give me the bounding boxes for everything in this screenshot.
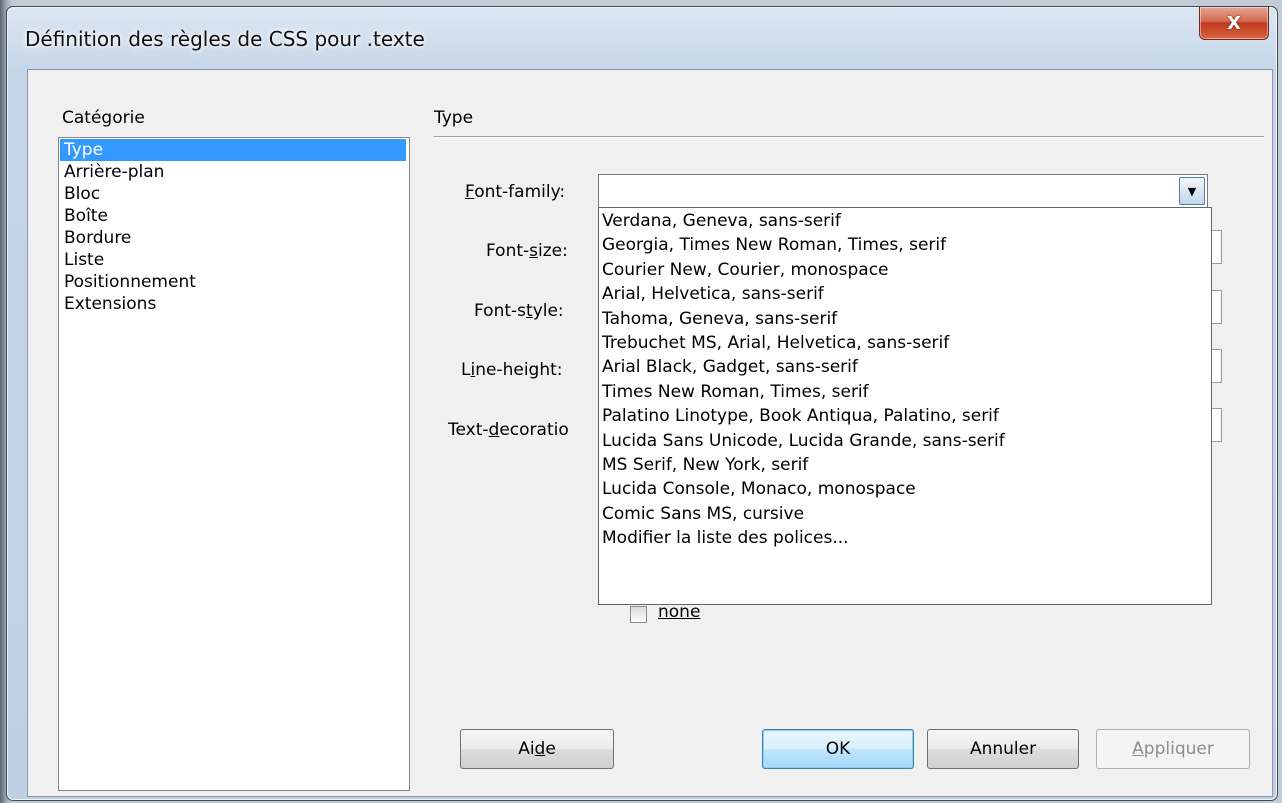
- close-icon: X: [1227, 12, 1241, 34]
- font-option[interactable]: Lucida Sans Unicode, Lucida Grande, sans…: [599, 429, 1211, 453]
- line-height-label: Line-height:: [461, 360, 563, 380]
- cancel-button[interactable]: Annuler: [927, 729, 1079, 769]
- font-option[interactable]: Lucida Console, Monaco, monospace: [599, 477, 1211, 501]
- category-item-positioning[interactable]: Positionnement: [60, 271, 406, 293]
- decoration-none-checkbox[interactable]: [630, 606, 647, 623]
- font-option[interactable]: Arial, Helvetica, sans-serif: [599, 282, 1211, 306]
- decoration-none-label[interactable]: none: [658, 602, 700, 622]
- font-family-dropdown-button[interactable]: ▼: [1179, 177, 1205, 205]
- font-option[interactable]: Georgia, Times New Roman, Times, serif: [599, 233, 1211, 257]
- category-list[interactable]: Type Arrière-plan Bloc Boîte Bordure Lis…: [58, 137, 410, 791]
- category-item-border[interactable]: Bordure: [60, 227, 406, 249]
- font-style-label: Font-style:: [474, 301, 564, 321]
- font-option[interactable]: Verdana, Geneva, sans-serif: [599, 209, 1211, 233]
- font-option[interactable]: Courier New, Courier, monospace: [599, 258, 1211, 282]
- font-option[interactable]: Palatino Linotype, Book Antiqua, Palatin…: [599, 404, 1211, 428]
- category-item-background[interactable]: Arrière-plan: [60, 161, 406, 183]
- font-option[interactable]: Times New Roman, Times, serif: [599, 380, 1211, 404]
- category-item-box[interactable]: Boîte: [60, 205, 406, 227]
- font-option[interactable]: MS Serif, New York, serif: [599, 453, 1211, 477]
- close-button[interactable]: X: [1199, 7, 1269, 40]
- category-item-block[interactable]: Bloc: [60, 183, 406, 205]
- category-label: Catégorie: [62, 108, 145, 128]
- section-title: Type: [434, 108, 474, 128]
- css-rule-dialog: Définition des règles de CSS pour .texte…: [6, 6, 1278, 801]
- edit-font-list-option[interactable]: Modifier la liste des polices...: [599, 526, 1211, 550]
- ok-button[interactable]: OK: [762, 729, 914, 769]
- font-option[interactable]: Arial Black, Gadget, sans-serif: [599, 355, 1211, 379]
- text-decoration-label: Text-decoratio: [448, 420, 569, 440]
- font-family-combobox[interactable]: ▼: [598, 174, 1208, 208]
- window-title: Définition des règles de CSS pour .texte: [25, 27, 425, 51]
- chevron-down-icon: ▼: [1187, 184, 1197, 198]
- category-item-list[interactable]: Liste: [60, 249, 406, 271]
- category-item-extensions[interactable]: Extensions: [60, 293, 406, 315]
- font-option[interactable]: Comic Sans MS, cursive: [599, 502, 1211, 526]
- font-size-label: Font-size:: [486, 241, 568, 261]
- font-family-dropdown-list[interactable]: Verdana, Geneva, sans-serif Georgia, Tim…: [598, 207, 1212, 605]
- category-item-type[interactable]: Type: [60, 139, 406, 161]
- font-family-label: Font-family:: [465, 182, 566, 202]
- help-button[interactable]: Ai d e: [460, 729, 614, 769]
- section-divider: [434, 136, 1264, 138]
- font-option[interactable]: Tahoma, Geneva, sans-serif: [599, 307, 1211, 331]
- dialog-client-area: Catégorie Type Arrière-plan Bloc Boîte B…: [27, 69, 1273, 797]
- apply-button[interactable]: Appliquer: [1096, 729, 1250, 769]
- font-option[interactable]: Trebuchet MS, Arial, Helvetica, sans-ser…: [599, 331, 1211, 355]
